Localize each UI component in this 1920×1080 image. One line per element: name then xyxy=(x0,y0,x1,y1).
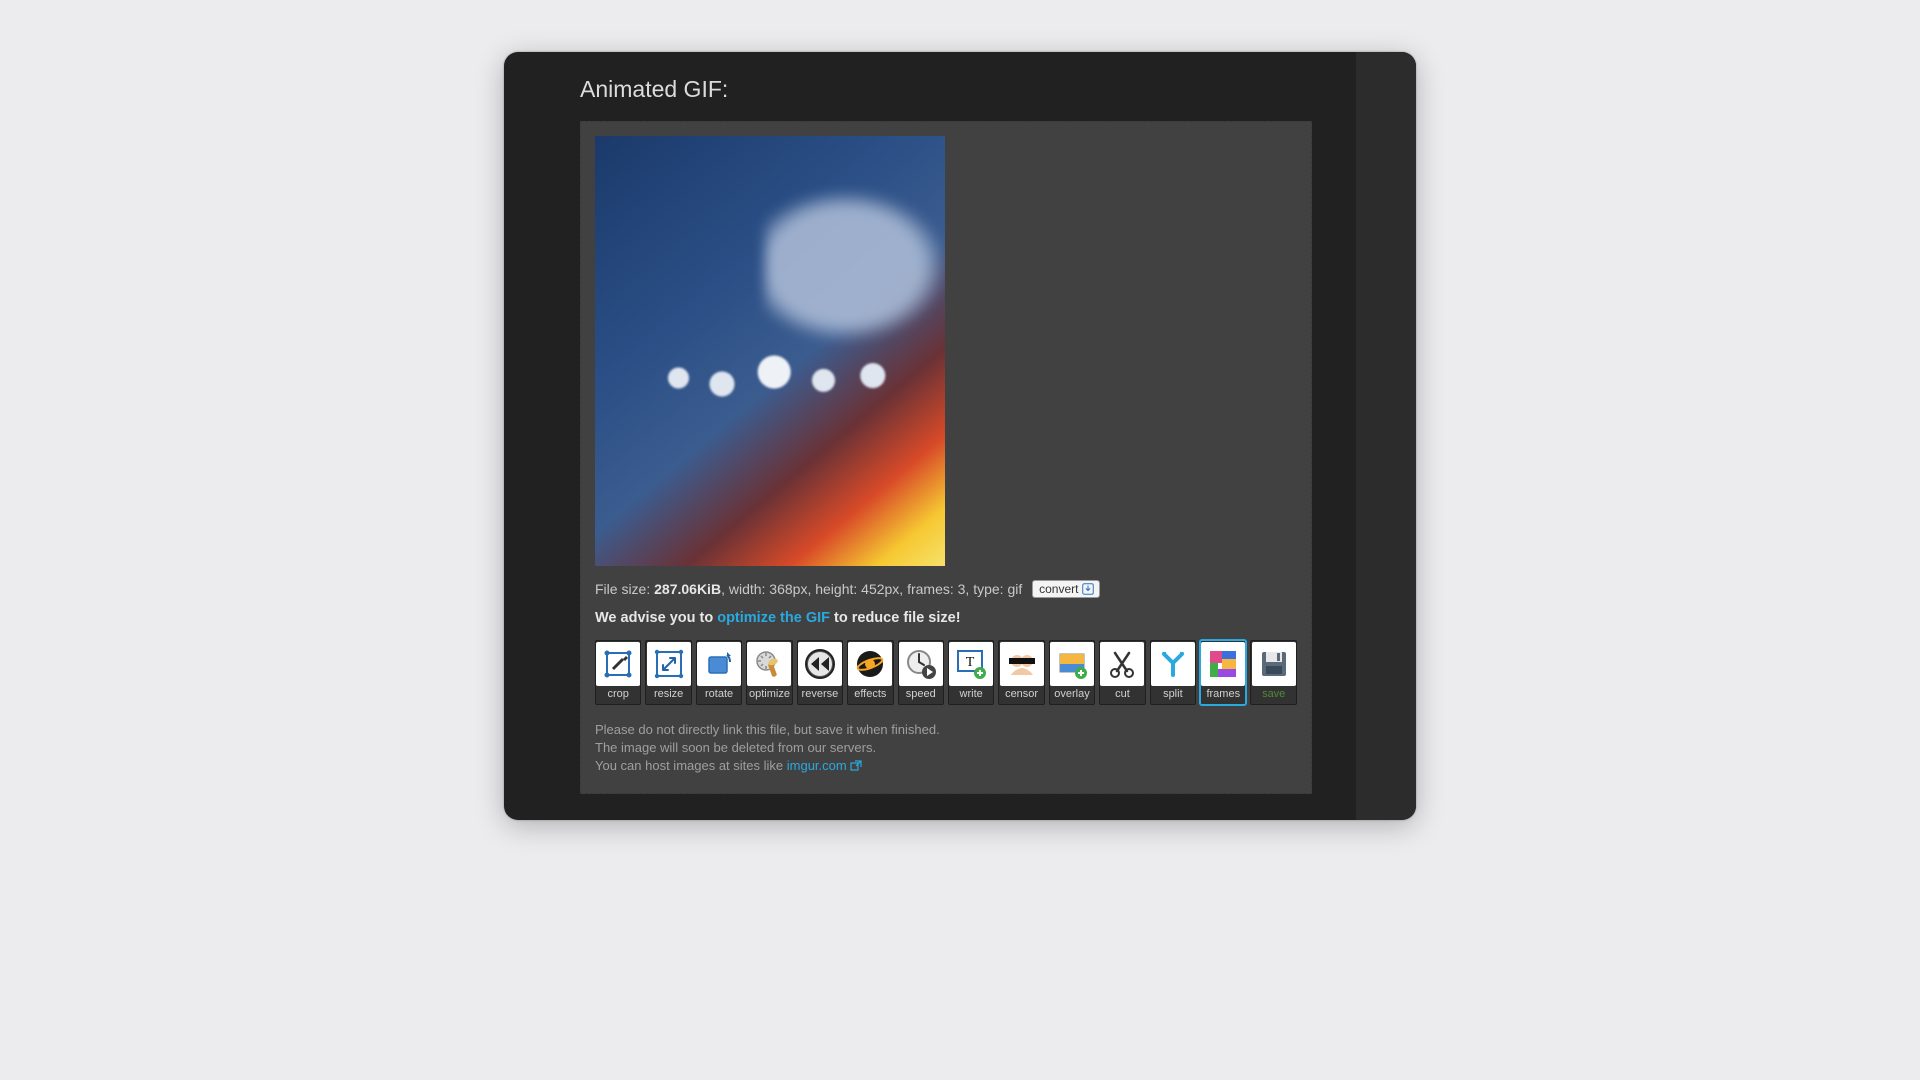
tool-label: optimize xyxy=(749,687,790,701)
advice-line: We advise you to optimize the GIF to red… xyxy=(595,610,1297,626)
advice-prefix: We advise you to xyxy=(595,610,717,626)
tool-resize[interactable]: resize xyxy=(645,640,691,705)
tool-speed[interactable]: speed xyxy=(898,640,944,705)
notes: Please do not directly link this file, b… xyxy=(595,721,1297,777)
tool-label: censor xyxy=(1005,687,1038,701)
advice-suffix: to reduce file size! xyxy=(830,610,961,626)
split-icon xyxy=(1151,642,1195,686)
optimize-link[interactable]: optimize the GIF xyxy=(717,610,830,626)
note-line-2: The image will soon be deleted from our … xyxy=(595,739,1297,757)
external-link-icon xyxy=(850,759,862,777)
cut-icon xyxy=(1100,642,1144,686)
note-line-3-prefix: You can host images at sites like xyxy=(595,758,787,773)
tool-label: reverse xyxy=(802,687,839,701)
convert-button-label: convert xyxy=(1039,582,1078,596)
frames-icon xyxy=(1201,642,1245,686)
tool-label: rotate xyxy=(705,687,733,701)
tool-crop[interactable]: crop xyxy=(595,640,641,705)
gif-preview[interactable] xyxy=(595,136,945,566)
editor-card: Animated GIF: File size: 287.06KiB, widt… xyxy=(504,52,1416,820)
note-line-1: Please do not directly link this file, b… xyxy=(595,721,1297,739)
tool-label: resize xyxy=(654,687,683,701)
censor-icon xyxy=(1000,642,1044,686)
tool-split[interactable]: split xyxy=(1150,640,1196,705)
tool-cut[interactable]: cut xyxy=(1099,640,1145,705)
save-icon xyxy=(1252,642,1296,686)
tool-label: crop xyxy=(608,687,629,701)
download-icon xyxy=(1082,583,1094,595)
convert-button[interactable]: convert xyxy=(1032,580,1100,598)
preview-panel: File size: 287.06KiB, width: 368px, heig… xyxy=(580,121,1312,794)
tool-label: write xyxy=(960,687,983,701)
file-size-label: File size: xyxy=(595,581,654,597)
tool-label: split xyxy=(1163,687,1183,701)
reverse-icon xyxy=(798,642,842,686)
tool-censor[interactable]: censor xyxy=(998,640,1044,705)
tool-label: cut xyxy=(1115,687,1130,701)
write-icon: T xyxy=(949,642,993,686)
tool-save[interactable]: save xyxy=(1250,640,1296,705)
toolbar: crop resize rotate optimize reverse effects sp… xyxy=(595,640,1297,705)
crop-icon xyxy=(596,642,640,686)
resize-icon xyxy=(647,642,691,686)
file-meta: File size: 287.06KiB, width: 368px, heig… xyxy=(595,580,1297,598)
note-line-3: You can host images at sites like imgur.… xyxy=(595,757,1297,777)
file-size-value: 287.06KiB xyxy=(654,581,721,597)
speed-icon xyxy=(899,642,943,686)
tool-reverse[interactable]: reverse xyxy=(797,640,843,705)
tool-optimize[interactable]: optimize xyxy=(746,640,792,705)
tool-write[interactable]: Twrite xyxy=(948,640,994,705)
rotate-icon xyxy=(697,642,741,686)
tool-label: save xyxy=(1262,687,1285,701)
effects-icon xyxy=(848,642,892,686)
tool-label: frames xyxy=(1206,687,1240,701)
tool-overlay[interactable]: overlay xyxy=(1049,640,1095,705)
page-title: Animated GIF: xyxy=(580,76,1416,103)
tool-label: overlay xyxy=(1054,687,1089,701)
tool-effects[interactable]: effects xyxy=(847,640,893,705)
optimize-icon xyxy=(747,642,791,686)
tool-label: effects xyxy=(854,687,886,701)
tool-frames[interactable]: frames xyxy=(1200,640,1246,705)
tool-rotate[interactable]: rotate xyxy=(696,640,742,705)
imgur-link[interactable]: imgur.com xyxy=(787,758,847,773)
svg-text:T: T xyxy=(966,655,975,670)
tool-label: speed xyxy=(906,687,936,701)
overlay-icon xyxy=(1050,642,1094,686)
file-meta-tail: , width: 368px, height: 452px, frames: 3… xyxy=(721,581,1022,597)
